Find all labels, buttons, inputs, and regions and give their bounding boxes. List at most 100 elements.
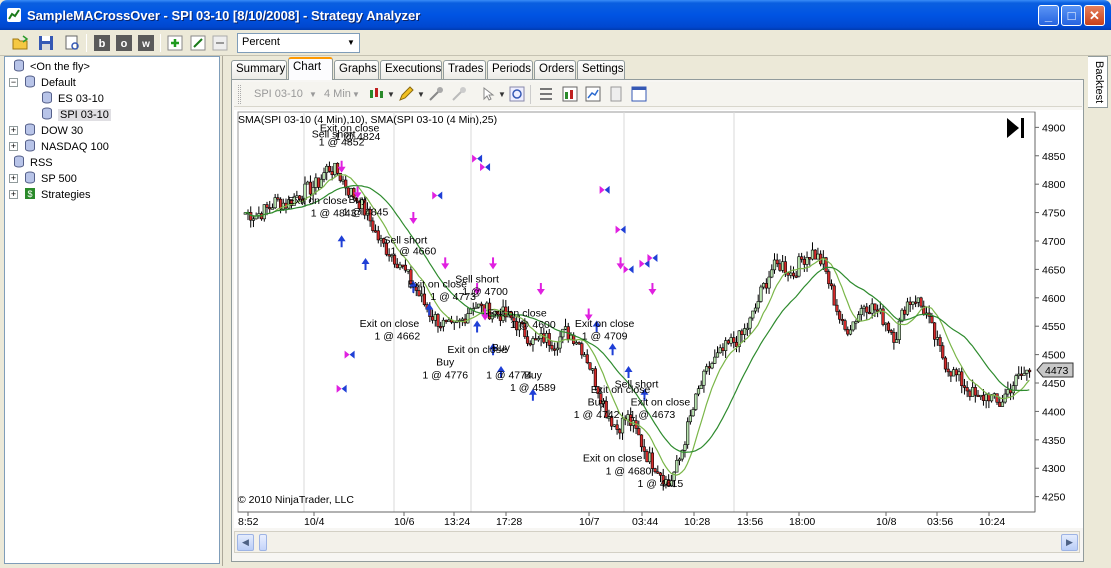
window-title: SampleMACrossOver - SPI 03-10 [8/10/2008…	[27, 8, 421, 23]
window-icon[interactable]	[630, 85, 648, 103]
display-unit-combo[interactable]: Percent ▼	[237, 33, 360, 53]
expand-toggle-icon[interactable]: +	[9, 126, 18, 135]
go-to-end-bar	[1021, 118, 1024, 138]
tree-item[interactable]: + DOW 30	[9, 123, 83, 139]
candle-body	[683, 444, 687, 451]
zoom-icon[interactable]	[508, 85, 526, 103]
interval-selector[interactable]: 4 Min	[324, 88, 351, 100]
data-box-icon[interactable]	[607, 85, 625, 103]
candle-body	[895, 339, 899, 343]
tab-summary[interactable]: Summary	[231, 60, 287, 79]
scroll-left-button[interactable]: ◀	[237, 534, 254, 551]
scroll-right-button[interactable]: ▶	[1061, 534, 1078, 551]
expand-toggle-icon[interactable]: +	[9, 174, 18, 183]
optimize-icon[interactable]: o	[114, 33, 134, 53]
trade-annotation: Exit on close	[360, 318, 420, 330]
candle-body	[572, 334, 576, 344]
add-icon[interactable]	[165, 33, 185, 53]
candle-body	[810, 249, 815, 260]
indicator-label: SMA(SPI 03-10 (4 Min),10), SMA(SPI 03-10…	[238, 114, 497, 126]
candle-body	[998, 401, 1002, 407]
candle-body	[439, 326, 443, 329]
tree-item-label: NASDAQ 100	[41, 141, 109, 153]
candle-body	[658, 472, 663, 476]
remove-icon[interactable]	[210, 33, 230, 53]
tree-item[interactable]: + NASDAQ 100	[9, 139, 109, 155]
chart-scrollbar[interactable]: ◀ ▶	[234, 531, 1080, 553]
trade-annotation: 1 @ 4662	[375, 330, 421, 342]
y-tick-label: 4900	[1042, 122, 1066, 134]
database-icon	[14, 59, 24, 72]
properties-icon[interactable]	[537, 85, 555, 103]
panel-splitter[interactable]	[222, 56, 229, 566]
tree-item[interactable]: <On the fly>	[13, 59, 90, 75]
close-button[interactable]: ✕	[1084, 5, 1105, 26]
tree-item[interactable]: SPI 03-10	[41, 107, 111, 123]
candle-body	[479, 303, 484, 306]
tree-item[interactable]: ES 03-10	[41, 91, 104, 107]
candle-body	[648, 452, 652, 463]
tab-executions[interactable]: Executions	[380, 60, 442, 79]
candle-body	[265, 204, 269, 208]
tab-trades[interactable]: Trades	[443, 60, 486, 79]
strategies-icon[interactable]	[584, 85, 602, 103]
candle-body	[740, 330, 744, 335]
candle-body	[582, 354, 587, 357]
candlestick-style-icon[interactable]	[367, 85, 385, 103]
expand-toggle-icon[interactable]: +	[9, 190, 18, 199]
candle-body	[477, 303, 481, 308]
candle-body	[843, 320, 847, 330]
candle-body	[1027, 369, 1032, 373]
price-chart[interactable]: Sell short Exit on close 1 @ 4852 1 @ 4824 E…	[234, 110, 1083, 528]
candle-body	[569, 334, 573, 340]
scroll-thumb[interactable]	[259, 534, 267, 551]
x-tick-label: 18:00	[789, 516, 815, 528]
tab-settings[interactable]: Settings	[577, 60, 625, 79]
edit-icon[interactable]	[188, 33, 208, 53]
expand-toggle-icon[interactable]: +	[9, 142, 18, 151]
candle-body	[743, 328, 747, 335]
trade-annotation: 1 @ 4660	[390, 246, 436, 258]
maximize-button[interactable]: □	[1061, 5, 1082, 26]
daily-bars-icon[interactable]: b	[92, 33, 112, 53]
open-folder-icon[interactable]	[10, 33, 30, 53]
walk-forward-icon[interactable]: w	[136, 33, 156, 53]
instrument-selector[interactable]: SPI 03-10	[254, 88, 303, 100]
candle-body	[870, 303, 874, 314]
candle-body	[829, 283, 834, 287]
candle-body	[379, 238, 383, 241]
global-crosshair-icon[interactable]	[450, 85, 468, 103]
candle-body	[525, 336, 530, 344]
candle-body	[732, 337, 736, 343]
print-preview-icon[interactable]	[62, 33, 82, 53]
pencil-icon[interactable]	[397, 85, 415, 103]
backtest-side-tab[interactable]: Backtest	[1088, 56, 1108, 108]
chevron-down-icon: ▼	[347, 38, 355, 47]
tree-item[interactable]: + $ Strategies	[9, 187, 91, 203]
tree-item[interactable]: − Default	[9, 75, 76, 91]
backtest-side-tab-label: Backtest	[1093, 61, 1105, 104]
tree-item[interactable]: + SP 500	[9, 171, 77, 187]
candle-body	[645, 451, 649, 463]
candle-body	[751, 310, 755, 319]
trade-annotation: Exit on close	[583, 452, 643, 464]
candle-body	[889, 330, 893, 333]
cursor-icon[interactable]	[480, 85, 498, 103]
candle-body	[745, 327, 749, 331]
tab-periods[interactable]: Periods	[487, 60, 533, 79]
tree-item[interactable]: RSS	[13, 155, 53, 171]
tab-chart[interactable]: Chart	[288, 57, 333, 80]
indicators-icon[interactable]	[561, 85, 579, 103]
expand-toggle-icon[interactable]: −	[9, 78, 18, 87]
minimize-button[interactable]: _	[1038, 5, 1059, 26]
crosshair-icon[interactable]	[427, 85, 445, 103]
svg-text:w: w	[141, 39, 150, 50]
tab-graphs[interactable]: Graphs	[334, 60, 379, 79]
tree-item-label: ES 03-10	[58, 93, 104, 105]
save-icon[interactable]	[36, 33, 56, 53]
y-tick-label: 4500	[1042, 350, 1066, 362]
tab-orders[interactable]: Orders	[534, 60, 576, 79]
candle-body	[325, 165, 329, 173]
candle-body	[577, 342, 581, 345]
candle-body	[941, 345, 945, 359]
